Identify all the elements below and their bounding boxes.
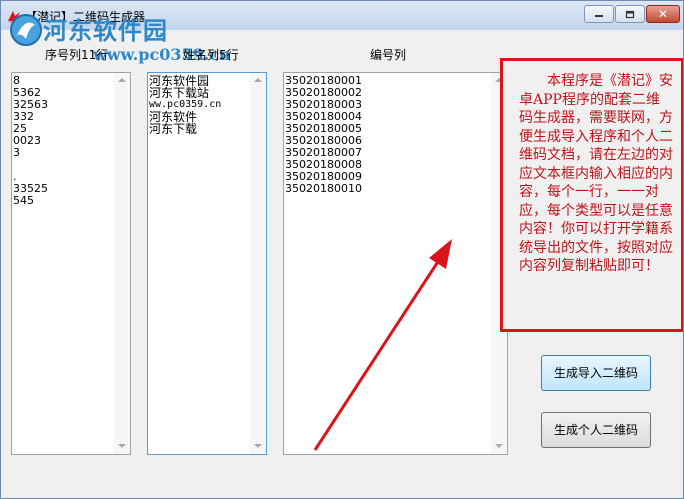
annotation-arrow-icon: [313, 239, 452, 451]
app-window: 【潜记】二维码生成器 ✕ 河东软件园 www.pc0359.cn 序号列11行 …: [0, 0, 684, 499]
